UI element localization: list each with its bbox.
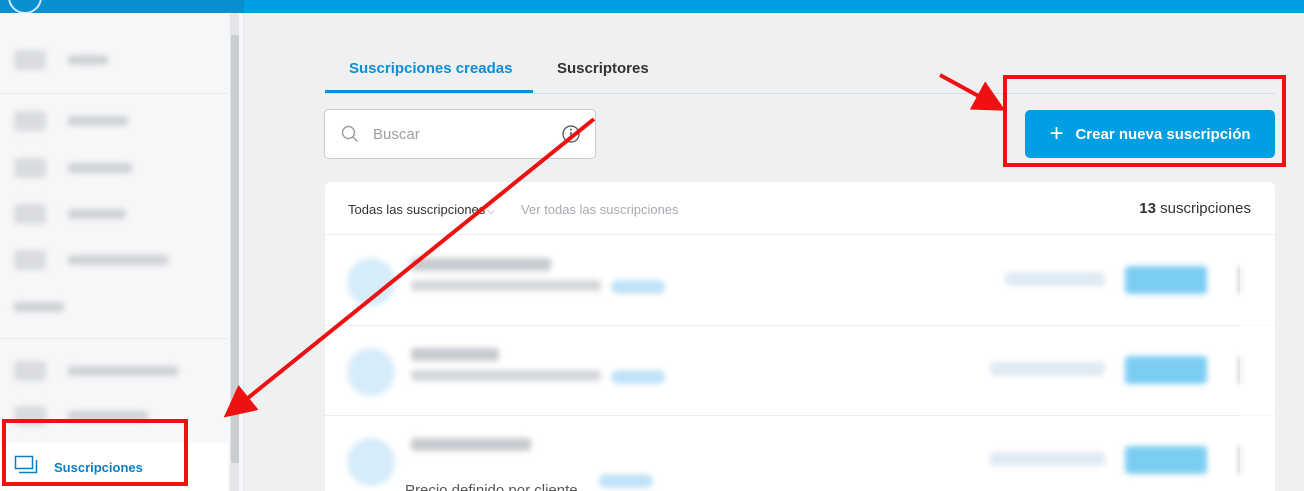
list-item[interactable] (325, 326, 1275, 416)
blurred-status (1005, 272, 1105, 286)
blurred-subtitle (411, 280, 601, 291)
blurred-title (411, 258, 551, 271)
blurred-action-button[interactable] (1125, 356, 1207, 384)
blurred-label (68, 116, 128, 126)
list-item[interactable] (325, 236, 1275, 326)
list-header: Todas las suscripciones ⌵ Ver todas las s… (325, 182, 1275, 235)
filter-dropdown[interactable]: Todas las suscripciones ⌵ (348, 202, 495, 217)
blurred-icon (14, 361, 46, 381)
blurred-icon (14, 204, 46, 224)
subscription-avatar (347, 258, 395, 306)
count-label: suscripciones (1160, 200, 1251, 217)
sidebar-item-blurred[interactable] (0, 240, 228, 280)
blurred-status (990, 452, 1105, 466)
sidebar-item-subscriptions[interactable]: Suscripciones (0, 443, 228, 491)
sidebar-item-blurred[interactable] (0, 194, 228, 234)
blurred-icon (14, 158, 46, 178)
subscriptions-icon (14, 455, 38, 480)
blurred-label (68, 163, 132, 173)
blurred-title (411, 438, 531, 451)
filter-label: Todas las suscripciones (348, 202, 486, 217)
subscription-avatar (347, 348, 395, 396)
blurred-title (411, 348, 499, 361)
sidebar-item-blurred[interactable] (0, 351, 228, 391)
sidebar-item-blurred[interactable] (0, 40, 228, 80)
info-icon[interactable] (561, 124, 581, 149)
blurred-badge (599, 474, 653, 488)
blurred-label (68, 55, 108, 65)
count-number: 13 (1139, 200, 1156, 217)
sidebar-item-label: Suscripciones (54, 459, 143, 475)
top-bar (0, 0, 1304, 14)
price-type-text: Precio definido por cliente (405, 482, 578, 491)
tab-subscribers[interactable]: Suscriptores (557, 60, 649, 77)
blurred-action-button[interactable] (1125, 266, 1207, 294)
blurred-action-button[interactable] (1125, 446, 1207, 474)
subscriptions-count: 13 suscripciones (1139, 200, 1251, 217)
list-item[interactable]: Precio definido por cliente (325, 416, 1275, 491)
plus-icon: + (1049, 120, 1064, 147)
blurred-label (68, 209, 126, 219)
search-icon (341, 125, 359, 148)
view-all-link[interactable]: Ver todas las suscripciones (521, 202, 679, 217)
blurred-icon (14, 50, 46, 70)
list-edge-fade (1240, 235, 1275, 491)
blurred-label (68, 411, 148, 421)
blurred-icon (14, 406, 46, 426)
subscription-avatar (347, 438, 395, 486)
sidebar-section-blurred[interactable] (0, 287, 228, 327)
blurred-status (990, 362, 1105, 376)
create-subscription-label: Crear nueva suscripción (1075, 125, 1251, 143)
subscriptions-list-card: Todas las suscripciones ⌵ Ver todas las s… (325, 182, 1275, 491)
create-subscription-button[interactable]: + Crear nueva suscripción (1025, 110, 1275, 158)
sidebar-divider (0, 338, 228, 339)
tab-created-subscriptions[interactable]: Suscripciones creadas (349, 60, 512, 77)
sidebar: Suscripciones (0, 13, 244, 491)
sidebar-divider (0, 93, 228, 94)
active-tab-indicator (325, 90, 533, 93)
search-input[interactable]: Buscar (324, 109, 596, 159)
blurred-icon (14, 111, 46, 131)
blurred-subtitle (411, 370, 601, 381)
blurred-label (14, 302, 64, 312)
blurred-badge (611, 370, 665, 384)
sidebar-item-blurred[interactable] (0, 148, 228, 188)
blurred-badge (611, 280, 665, 294)
sidebar-item-blurred[interactable] (0, 101, 228, 141)
chevron-down-icon: ⌵ (487, 206, 495, 217)
search-placeholder: Buscar (373, 126, 420, 143)
tab-bar: Suscripciones creadas Suscriptores (325, 48, 1275, 94)
blurred-label (68, 366, 178, 376)
blurred-icon (14, 250, 46, 270)
sidebar-scrollbar-thumb[interactable] (231, 35, 239, 463)
blurred-label (68, 255, 168, 265)
sidebar-item-blurred[interactable] (0, 396, 228, 436)
